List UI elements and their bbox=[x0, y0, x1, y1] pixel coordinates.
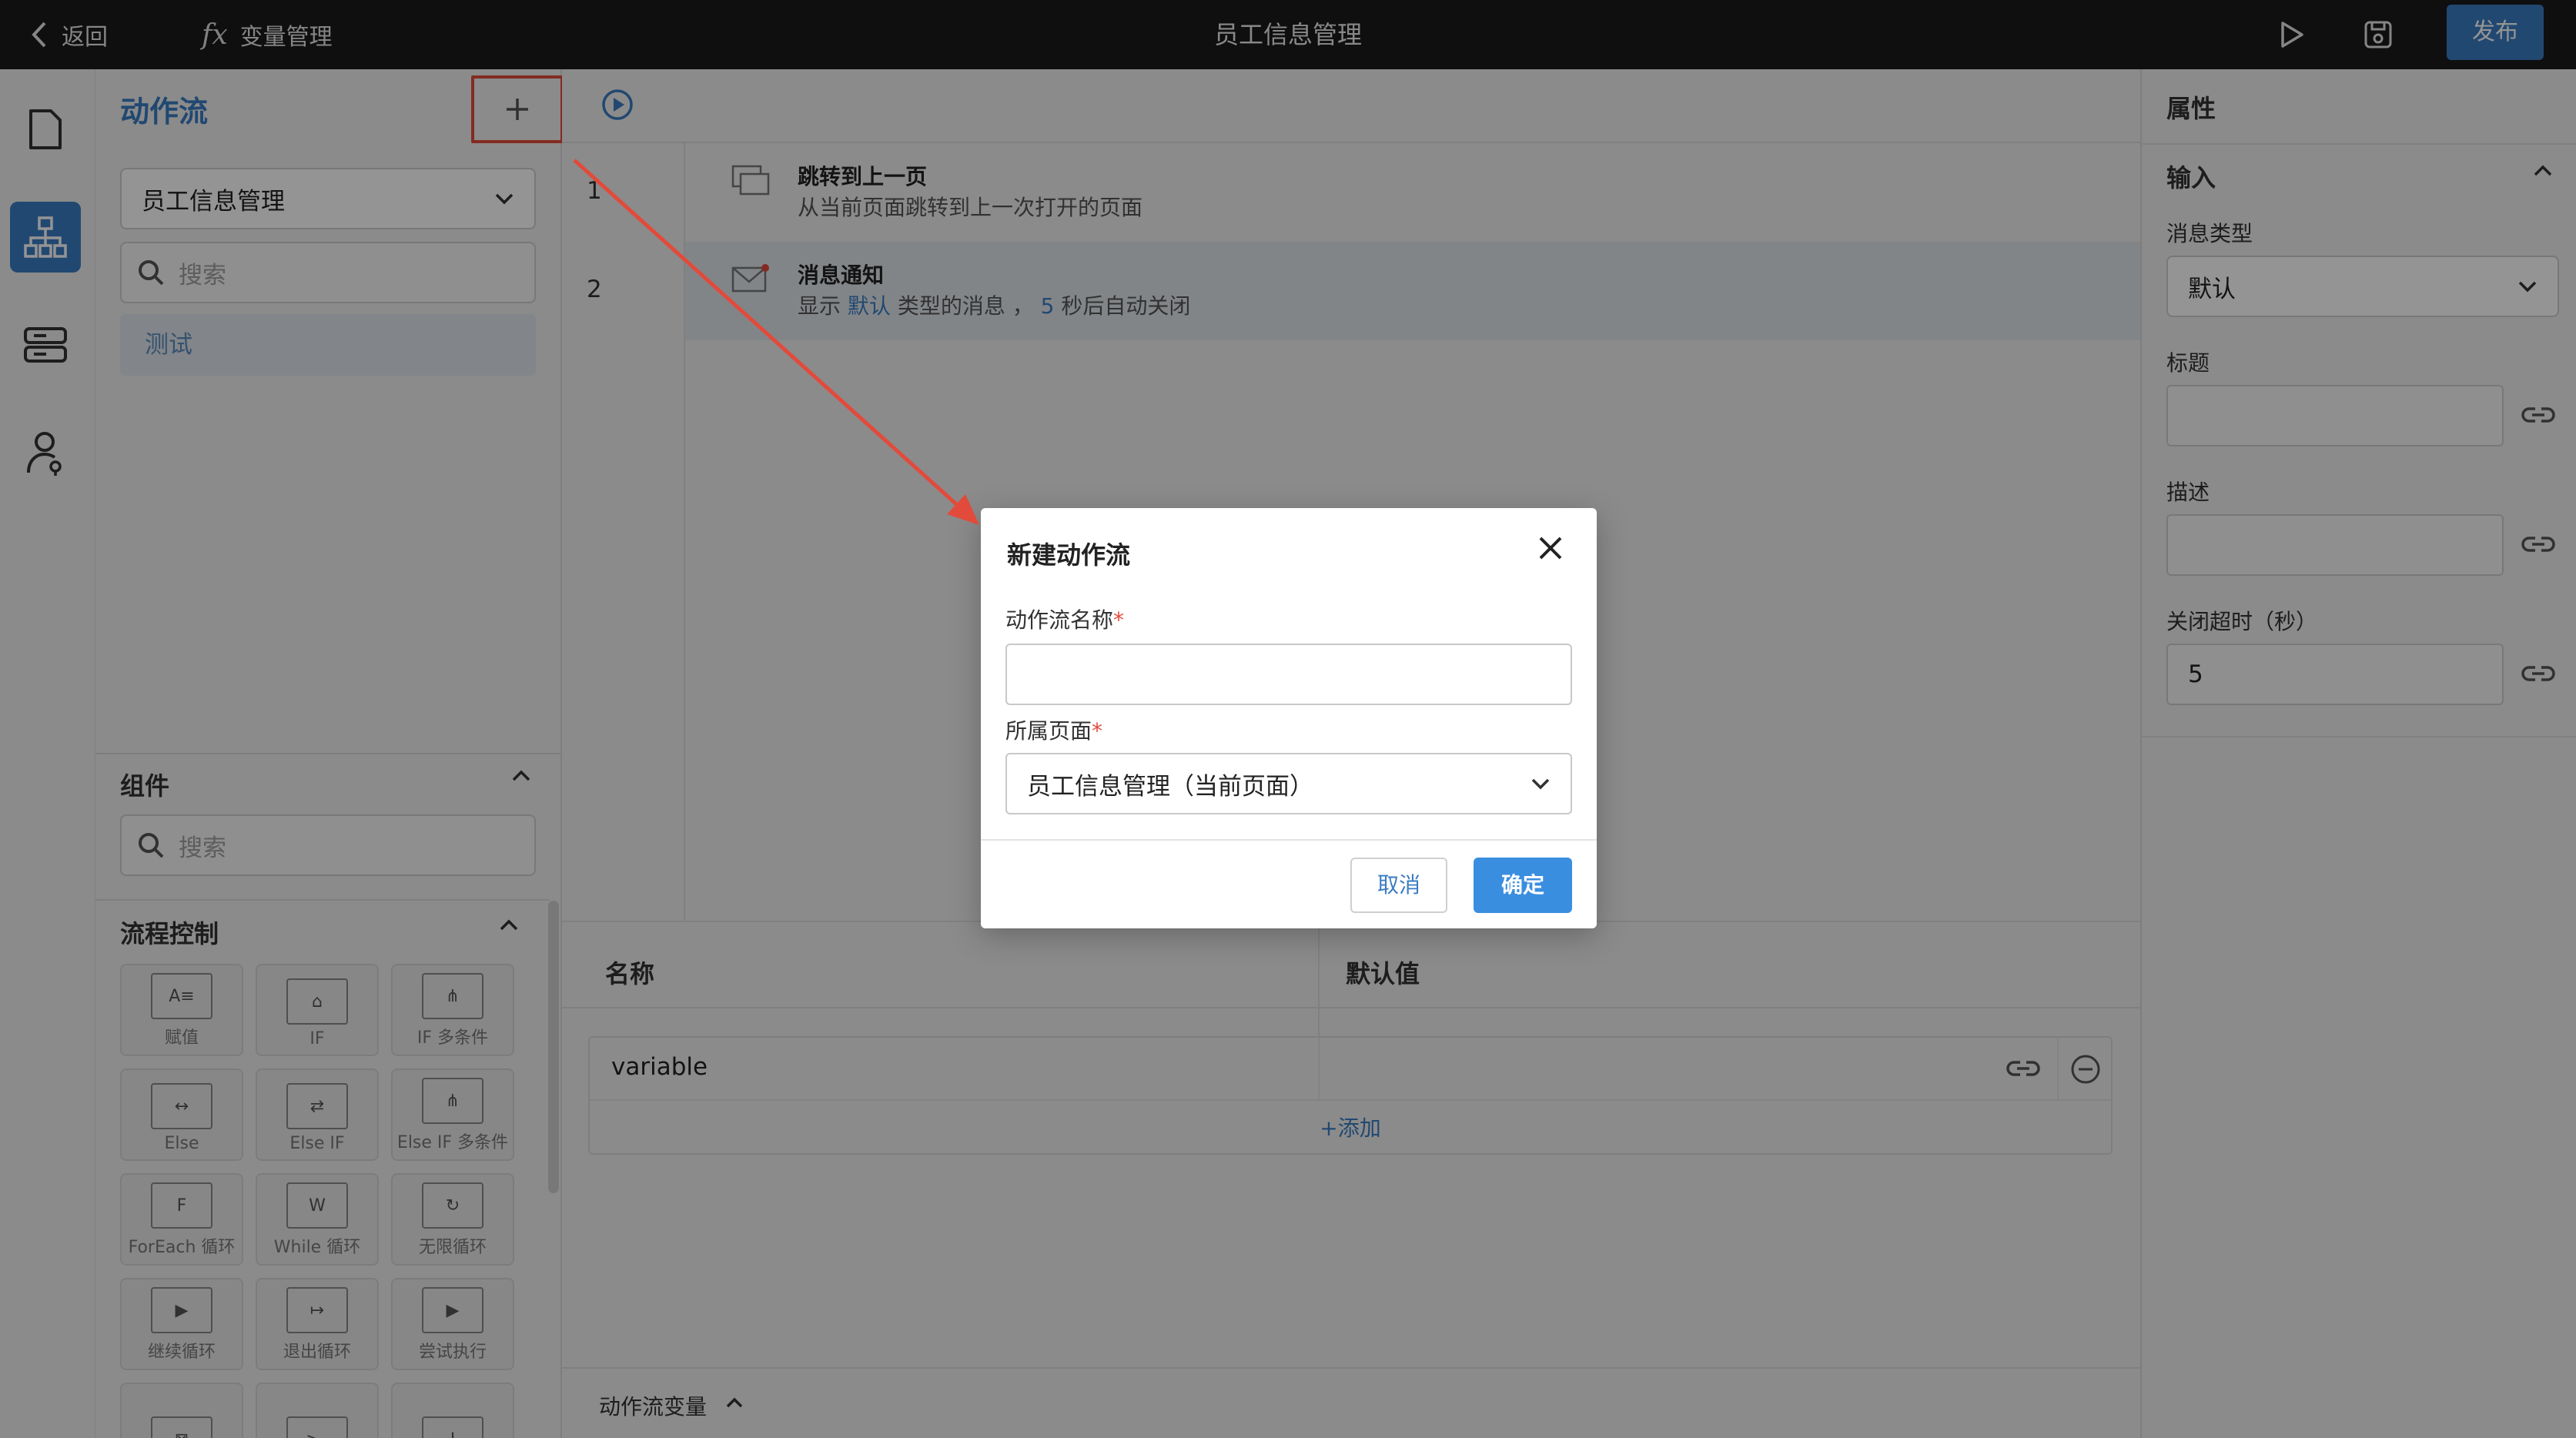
close-icon bbox=[1537, 534, 1564, 562]
cancel-button[interactable]: 取消 bbox=[1350, 858, 1447, 913]
chevron-down-icon bbox=[1531, 778, 1551, 790]
page-select[interactable]: 员工信息管理（当前页面） bbox=[1005, 753, 1572, 814]
dialog-footer-divider bbox=[981, 839, 1597, 841]
close-button[interactable] bbox=[1537, 534, 1564, 562]
page-label: 所属页面* bbox=[1005, 714, 1102, 745]
required-mark: * bbox=[1092, 718, 1103, 744]
new-flow-dialog: 新建动作流 动作流名称* 所属页面* 员工信息管理（当前页面） 取消 确定 bbox=[981, 508, 1597, 928]
flow-name-input[interactable] bbox=[1005, 644, 1572, 705]
page-select-value: 员工信息管理（当前页面） bbox=[1027, 772, 1313, 801]
confirm-button[interactable]: 确定 bbox=[1474, 858, 1572, 913]
page-label-text: 所属页面 bbox=[1005, 718, 1092, 744]
flow-name-label: 动作流名称* bbox=[1005, 604, 1124, 634]
required-mark: * bbox=[1113, 607, 1125, 633]
flow-name-label-text: 动作流名称 bbox=[1005, 607, 1114, 633]
dialog-title: 新建动作流 bbox=[1007, 540, 1131, 570]
